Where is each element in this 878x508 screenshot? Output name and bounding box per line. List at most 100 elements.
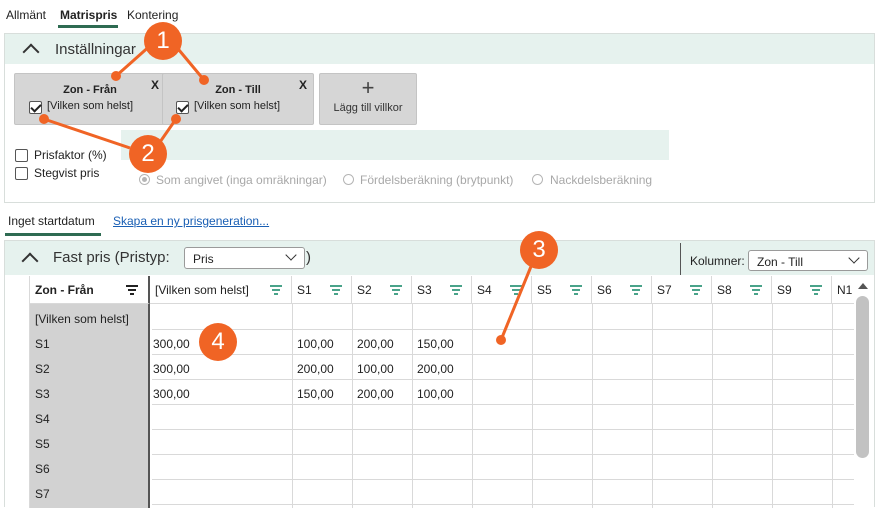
stegvist-label: Stegvist pris	[34, 166, 100, 180]
row-label: [Vilken som helst]	[35, 312, 129, 326]
prisfaktor-label: Prisfaktor (%)	[34, 148, 107, 162]
condition-title: Zon - Från	[63, 84, 117, 96]
price-cell[interactable]: 100,00	[357, 362, 394, 376]
column-header-label: S1	[297, 283, 312, 297]
chevron-up-icon[interactable]	[21, 252, 39, 270]
columns-select[interactable]: Zon - Till	[748, 250, 868, 271]
column-header-label: S2	[357, 283, 372, 297]
close-icon[interactable]: X	[299, 78, 307, 92]
filter-icon[interactable]	[330, 285, 342, 295]
price-cell[interactable]: 200,00	[297, 362, 334, 376]
chevron-up-icon[interactable]	[22, 43, 40, 61]
vertical-scrollbar[interactable]	[856, 296, 869, 458]
column-header-label: S6	[597, 283, 612, 297]
column-header[interactable]: S1	[292, 276, 352, 304]
filter-icon[interactable]	[450, 285, 462, 295]
column-header[interactable]: S2	[352, 276, 412, 304]
radio-fordelsberakning[interactable]	[343, 174, 354, 185]
pristyp-select[interactable]: Pris	[184, 247, 305, 269]
filter-icon[interactable]	[270, 285, 282, 295]
chevron-down-icon	[848, 252, 860, 264]
filter-icon[interactable]	[630, 285, 642, 295]
grid-line	[832, 304, 833, 508]
column-header[interactable]: S5	[532, 276, 592, 304]
row-label: S4	[35, 412, 50, 426]
row-label: S7	[35, 487, 50, 501]
row-label: S3	[35, 387, 50, 401]
row-label: S6	[35, 462, 50, 476]
column-header-zon-fran[interactable]: Zon - Från	[30, 276, 150, 304]
price-cell[interactable]: 200,00	[357, 387, 394, 401]
column-header[interactable]: S9	[772, 276, 832, 304]
grid-line	[712, 304, 713, 508]
filter-icon[interactable]	[510, 285, 522, 295]
filter-icon[interactable]	[390, 285, 402, 295]
close-icon[interactable]: X	[151, 78, 159, 92]
column-header-label: S7	[657, 283, 672, 297]
condition-checkbox[interactable]	[176, 101, 189, 114]
column-header[interactable]: S4	[472, 276, 532, 304]
prisfaktor-checkbox[interactable]	[15, 149, 28, 162]
top-tab-bar: Allmänt Matrispris Kontering	[0, 0, 878, 30]
create-price-generation-link[interactable]: Skapa en ny prisgeneration...	[113, 214, 269, 228]
add-condition-button[interactable]: + Lägg till villkor	[319, 73, 417, 125]
fixed-price-panel: Fast pris (Pristyp: Pris ) Kolumner: Zon…	[4, 240, 875, 508]
callout-badge-3: 3	[520, 231, 558, 269]
plus-icon: +	[361, 75, 375, 100]
filter-icon[interactable]	[750, 285, 762, 295]
price-cell[interactable]: 200,00	[357, 337, 394, 351]
tab-kontering[interactable]: Kontering	[127, 8, 178, 22]
tab-allmant[interactable]: Allmänt	[6, 8, 46, 22]
column-header[interactable]: S3	[412, 276, 472, 304]
price-cell[interactable]: 100,00	[297, 337, 334, 351]
column-header-label: N1	[837, 283, 853, 297]
price-cell[interactable]: 150,00	[417, 337, 454, 351]
column-header[interactable]: N1	[832, 276, 854, 304]
grid-line	[152, 429, 854, 430]
grid-title-suffix: )	[306, 249, 311, 266]
column-header[interactable]: S6	[592, 276, 652, 304]
column-header-label: S5	[537, 283, 552, 297]
column-header[interactable]: [Vilken som helst]	[150, 276, 292, 304]
grid-line	[592, 304, 593, 508]
pristyp-value: Pris	[193, 252, 214, 266]
price-cell[interactable]: 300,00	[153, 387, 190, 401]
header-divider	[680, 243, 681, 275]
grid-line	[532, 304, 533, 508]
row-header-column	[30, 304, 150, 508]
condition-card-zon-till[interactable]: Zon - Till X [Vilken som helst]	[162, 73, 314, 125]
grid-line	[152, 379, 854, 380]
grid-line	[152, 504, 854, 505]
stegvist-checkbox[interactable]	[15, 167, 28, 180]
filter-icon[interactable]	[810, 285, 822, 295]
price-cell[interactable]: 100,00	[417, 387, 454, 401]
filter-icon[interactable]	[690, 285, 702, 295]
radio-nackdelsberakning[interactable]	[532, 174, 543, 185]
grid-line	[152, 404, 854, 405]
grid-line	[412, 304, 413, 508]
price-cell[interactable]: 300,00	[153, 362, 190, 376]
grid-line	[652, 304, 653, 508]
condition-card-zon-fran[interactable]: Zon - Från X [Vilken som helst]	[14, 73, 166, 125]
price-cell[interactable]: 200,00	[417, 362, 454, 376]
filter-icon[interactable]	[570, 285, 582, 295]
grid-line	[152, 329, 854, 330]
condition-value: [Vilken som helst]	[47, 100, 134, 112]
column-header[interactable]: S8	[712, 276, 772, 304]
price-cell[interactable]: 150,00	[297, 387, 334, 401]
tab-matrispris[interactable]: Matrispris	[60, 8, 117, 22]
radio-som-angivet[interactable]	[139, 174, 150, 185]
column-header[interactable]: S7	[652, 276, 712, 304]
price-cell[interactable]: 300,00	[153, 337, 190, 351]
row-label: S1	[35, 337, 50, 351]
condition-title: Zon - Till	[215, 84, 261, 96]
tab-inget-startdatum[interactable]: Inget startdatum	[8, 214, 95, 228]
scroll-up-icon[interactable]	[858, 283, 868, 289]
grid-line	[772, 304, 773, 508]
condition-checkbox[interactable]	[29, 101, 42, 114]
grid-line	[152, 454, 854, 455]
callout-badge-4: 4	[199, 323, 237, 361]
column-header-label: S8	[717, 283, 732, 297]
settings-header[interactable]: Inställningar	[5, 34, 874, 64]
filter-icon[interactable]	[126, 285, 138, 295]
